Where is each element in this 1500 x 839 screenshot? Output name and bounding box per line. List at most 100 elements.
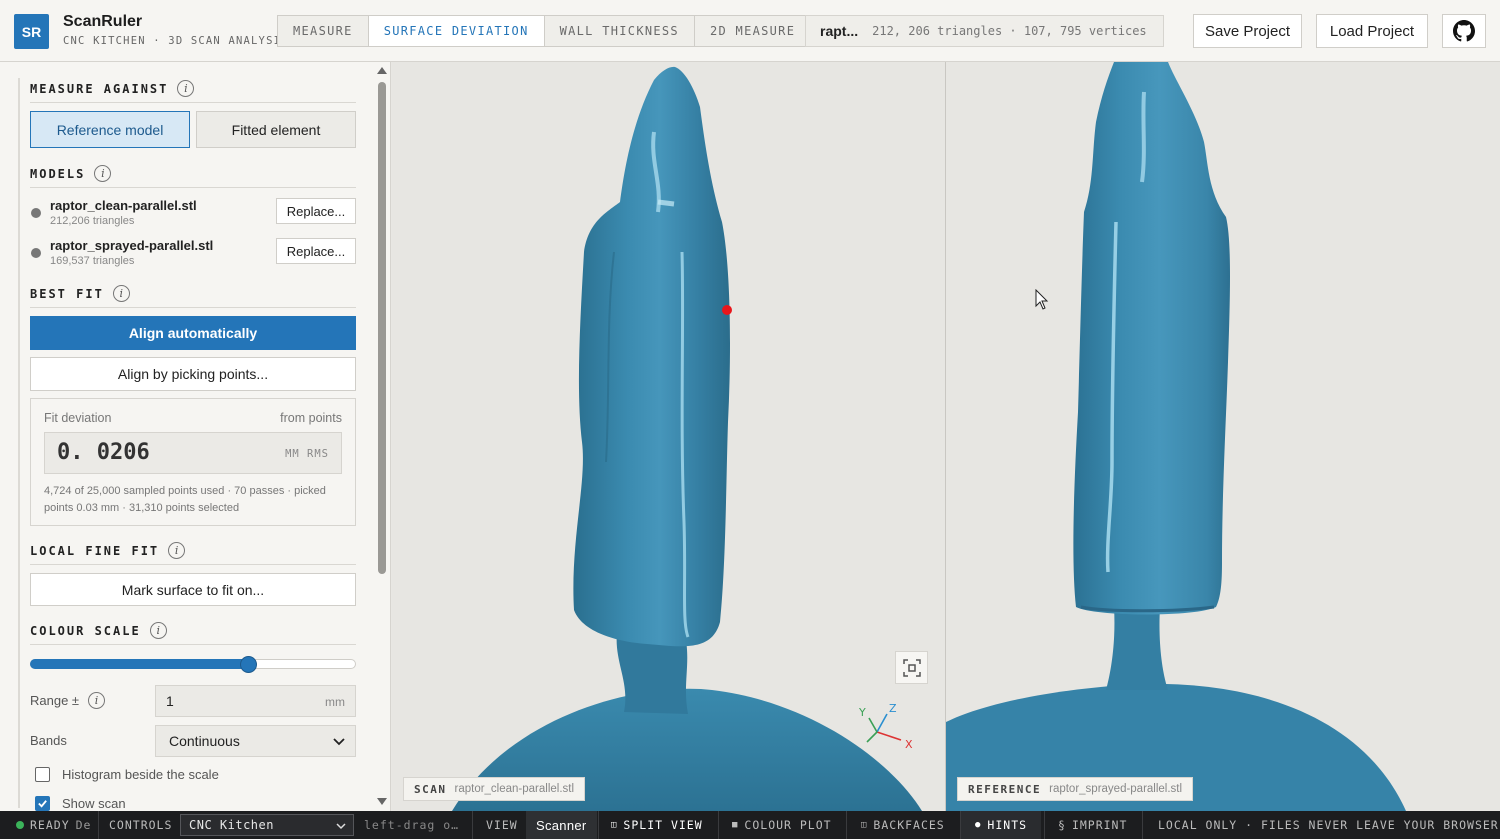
imprint-link[interactable]: § IMPRINT	[1058, 811, 1127, 839]
tab-wall-thickness[interactable]: WALL THICKNESS	[545, 16, 695, 46]
privacy-notice: LOCAL ONLY · FILES NEVER LEAVE YOUR BROW…	[1158, 818, 1499, 832]
controls-select[interactable]: CNC Kitchen	[180, 814, 354, 836]
info-icon[interactable]: i	[168, 542, 186, 559]
show-scan-checkbox[interactable]	[35, 796, 50, 811]
best-fit-title: BEST FIT	[30, 286, 104, 301]
info-icon[interactable]: i	[112, 285, 130, 302]
measure-against-heading: MEASURE AGAINST i	[30, 80, 195, 97]
colour-scale-slider-fill	[30, 659, 249, 669]
sidebar-scrollbar[interactable]	[373, 62, 390, 811]
bands-label: Bands	[30, 733, 67, 748]
range-input[interactable]: 1 mm	[155, 685, 356, 717]
colour-scale-slider-thumb[interactable]	[239, 656, 257, 673]
file-info: rapt... 212, 206 triangles · 107, 795 ve…	[805, 15, 1164, 47]
reference-model-render	[946, 62, 1406, 811]
model-name: raptor_clean-parallel.stl	[50, 198, 197, 213]
model-row-reference: raptor_sprayed-parallel.stl 169,537 tria…	[30, 238, 356, 274]
github-icon	[1453, 20, 1475, 42]
picked-point-marker	[722, 305, 732, 315]
ready-extra-text: De	[75, 818, 92, 832]
colour-plot-toggle[interactable]: ■ COLOUR PLOT	[732, 811, 832, 839]
backfaces-toggle[interactable]: ◫ BACKFACES	[861, 811, 945, 839]
info-icon[interactable]: i	[88, 692, 106, 709]
split-view-toggle[interactable]: ◫ SPLIT VIEW	[611, 811, 703, 839]
scroll-up-icon[interactable]	[377, 66, 387, 74]
mouse-cursor-icon	[1035, 289, 1049, 310]
histogram-checkbox[interactable]	[35, 767, 50, 782]
fitted-element-button[interactable]: Fitted element	[196, 111, 356, 148]
reference-viewport-label: REFERENCE raptor_sprayed-parallel.stl	[957, 777, 1194, 801]
show-scan-label: Show scan	[62, 796, 126, 811]
file-name: rapt...	[820, 23, 859, 39]
controls-label: CONTROLS	[109, 818, 173, 832]
backfaces-icon: ◫	[861, 820, 868, 830]
scan-model-render: X Z Y	[452, 66, 922, 811]
align-automatically-button[interactable]: Align automatically	[30, 316, 356, 350]
fit-deviation-panel: Fit deviation from points 0. 0206 MM RMS…	[30, 398, 356, 526]
app-title: ScanRuler	[63, 13, 143, 30]
ready-status: READY De	[16, 811, 91, 839]
axis-x-label: X	[905, 738, 913, 751]
bands-select[interactable]: Continuous	[155, 725, 356, 757]
hints-toggle[interactable]: ● HINTS	[961, 811, 1042, 839]
replace-scan-button[interactable]: Replace...	[276, 198, 356, 224]
colour-plot-label: COLOUR PLOT	[744, 818, 832, 832]
replace-reference-button[interactable]: Replace...	[276, 238, 356, 264]
divider	[30, 187, 356, 188]
best-fit-heading: BEST FIT i	[30, 285, 130, 302]
scrollbar-thumb[interactable]	[378, 82, 386, 574]
chevron-down-icon	[333, 738, 345, 746]
local-fine-fit-heading: LOCAL FINE FIT i	[30, 542, 186, 559]
scroll-down-icon[interactable]	[377, 798, 387, 806]
hints-icon: ●	[975, 820, 982, 830]
colour-scale-title: COLOUR SCALE	[30, 623, 141, 638]
chevron-down-icon	[336, 823, 346, 830]
model-name: raptor_sprayed-parallel.stl	[50, 238, 214, 253]
tab-2d-measure[interactable]: 2D MEASURE	[695, 16, 810, 46]
bands-value: Continuous	[169, 733, 240, 749]
ready-text: READY	[30, 818, 70, 832]
model-color-dot	[31, 248, 41, 258]
scan-viewport[interactable]: X Z Y SCAN raptor_clean-parallel.stl	[392, 62, 945, 811]
fit-deviation-readout: 0. 0206 MM RMS	[44, 432, 342, 474]
sidebar: MEASURE AGAINST i Reference model Fitted…	[0, 62, 391, 811]
info-icon[interactable]: i	[94, 165, 112, 182]
section-icon: §	[1058, 818, 1066, 832]
axis-z-label: Z	[889, 702, 897, 715]
mark-surface-button[interactable]: Mark surface to fit on...	[30, 573, 356, 606]
reference-viewport[interactable]: REFERENCE raptor_sprayed-parallel.stl	[946, 62, 1500, 811]
range-unit: mm	[325, 695, 345, 709]
divider	[30, 564, 356, 565]
reference-file-name: raptor_sprayed-parallel.stl	[1049, 783, 1183, 795]
github-button[interactable]	[1442, 14, 1486, 48]
info-icon[interactable]: i	[149, 622, 167, 639]
fit-source-label: from points	[280, 411, 342, 425]
fit-view-button[interactable]	[895, 651, 928, 684]
controls-value: CNC Kitchen	[189, 818, 274, 832]
scan-viewport-label: SCAN raptor_clean-parallel.stl	[403, 777, 586, 801]
view-scanner-select[interactable]: Scanner	[526, 811, 597, 839]
show-scan-checkbox-row[interactable]: Show scan	[35, 796, 126, 811]
tab-measure[interactable]: MEASURE	[278, 16, 369, 46]
split-view-label: SPLIT VIEW	[623, 818, 703, 832]
reference-model-button[interactable]: Reference model	[30, 111, 190, 148]
save-project-button[interactable]: Save Project	[1193, 14, 1302, 48]
navigation-hint: left-drag o…	[364, 818, 460, 832]
backfaces-label: BACKFACES	[873, 818, 945, 832]
models-title: MODELS	[30, 166, 86, 181]
divider	[30, 307, 356, 308]
histogram-label: Histogram beside the scale	[62, 767, 219, 782]
tab-surface-deviation[interactable]: SURFACE DEVIATION	[368, 16, 545, 46]
focus-frame-icon	[902, 658, 921, 677]
status-bar: READY De CONTROLS CNC Kitchen left-drag …	[0, 811, 1500, 839]
ready-indicator	[16, 821, 24, 829]
align-by-picking-button[interactable]: Align by picking points...	[30, 357, 356, 391]
info-icon[interactable]: i	[177, 80, 195, 97]
sidebar-rail	[18, 78, 20, 808]
load-project-button[interactable]: Load Project	[1316, 14, 1428, 48]
fit-statistics: 4,724 of 25,000 sampled points used · 70…	[44, 485, 326, 514]
fit-deviation-label: Fit deviation	[44, 411, 112, 425]
split-view-icon: ◫	[611, 820, 618, 830]
reference-tag: REFERENCE	[968, 782, 1042, 796]
histogram-checkbox-row[interactable]: Histogram beside the scale	[35, 767, 219, 782]
